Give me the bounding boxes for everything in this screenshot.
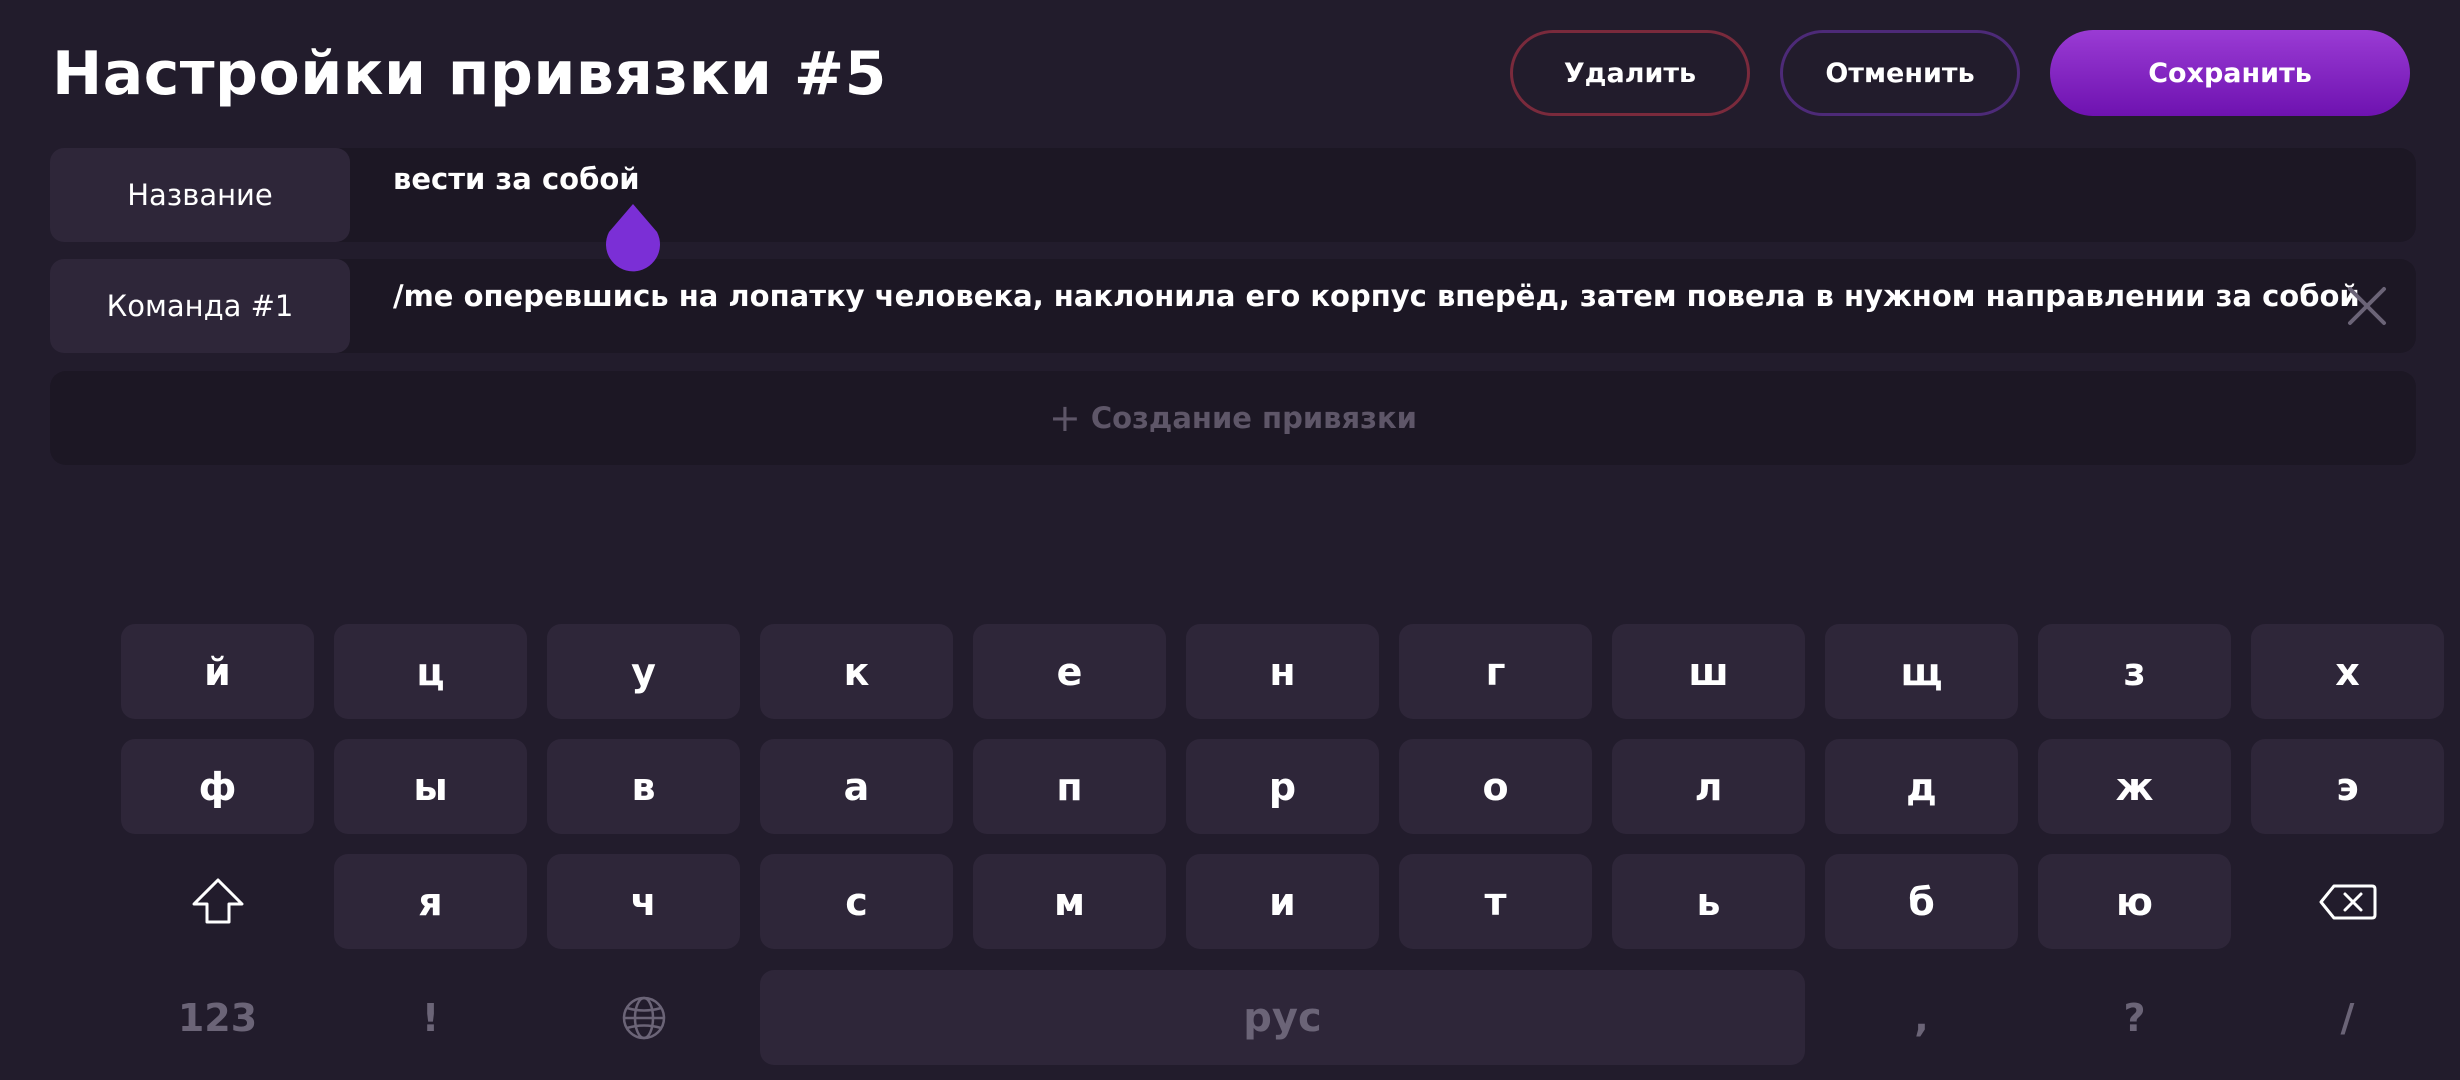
key[interactable]: х (2251, 624, 2444, 719)
key[interactable]: э (2251, 739, 2444, 834)
command-input[interactable]: /me оперевшись на лопатку человека, накл… (393, 279, 2360, 313)
page-title: Настройки привязки #5 (52, 39, 887, 109)
slash-key[interactable]: / (2251, 970, 2444, 1065)
key[interactable]: ф (121, 739, 314, 834)
key[interactable]: й (121, 624, 314, 719)
key[interactable]: л (1612, 739, 1805, 834)
key[interactable]: ь (1612, 854, 1805, 949)
comma-key[interactable]: , (1825, 970, 2018, 1065)
delete-button[interactable]: Удалить (1510, 30, 1750, 116)
key[interactable]: у (547, 624, 740, 719)
key[interactable]: п (973, 739, 1166, 834)
key[interactable]: д (1825, 739, 2018, 834)
exclamation-key[interactable]: ! (334, 970, 527, 1065)
binding-settings-screen: Настройки привязки #5 Удалить Отменить С… (0, 0, 2460, 1080)
backspace-key[interactable] (2251, 854, 2444, 949)
key[interactable]: е (973, 624, 1166, 719)
command-field-row: Команда #1 /me оперевшись на лопатку чел… (50, 259, 2416, 353)
key[interactable]: м (973, 854, 1166, 949)
key[interactable]: н (1186, 624, 1379, 719)
language-key[interactable] (547, 970, 740, 1065)
key[interactable]: г (1399, 624, 1592, 719)
key[interactable]: в (547, 739, 740, 834)
create-binding-label: Создание привязки (1090, 401, 1417, 435)
shift-key[interactable] (121, 854, 314, 949)
key[interactable]: б (1825, 854, 2018, 949)
numbers-key[interactable]: 123 (121, 970, 314, 1065)
key[interactable]: я (334, 854, 527, 949)
key[interactable]: ж (2038, 739, 2231, 834)
question-key[interactable]: ? (2038, 970, 2231, 1065)
key[interactable]: т (1399, 854, 1592, 949)
key[interactable]: ы (334, 739, 527, 834)
key[interactable]: и (1186, 854, 1379, 949)
plus-icon: + (1049, 396, 1081, 440)
key[interactable]: щ (1825, 624, 2018, 719)
backspace-icon (2319, 884, 2376, 919)
shift-icon (192, 878, 243, 923)
key[interactable]: з (2038, 624, 2231, 719)
cancel-button[interactable]: Отменить (1780, 30, 2020, 116)
key[interactable]: с (760, 854, 953, 949)
create-binding-button[interactable]: + Создание привязки (50, 371, 2416, 465)
command-label: Команда #1 (50, 259, 350, 353)
key[interactable]: к (760, 624, 953, 719)
save-button[interactable]: Сохранить (2050, 30, 2410, 116)
key[interactable]: ц (334, 624, 527, 719)
key[interactable]: ю (2038, 854, 2231, 949)
name-input[interactable]: вести за собой (393, 162, 640, 196)
name-label: Название (50, 148, 350, 242)
text-cursor-handle-icon[interactable] (603, 204, 663, 276)
key[interactable]: ч (547, 854, 740, 949)
key[interactable]: р (1186, 739, 1379, 834)
key[interactable]: ш (1612, 624, 1805, 719)
key[interactable]: о (1399, 739, 1592, 834)
space-key[interactable]: рус (760, 970, 1805, 1065)
clear-command-icon[interactable] (2346, 285, 2388, 327)
key[interactable]: а (760, 739, 953, 834)
name-field-row: Название вести за собой (50, 148, 2416, 242)
globe-icon (622, 996, 665, 1039)
